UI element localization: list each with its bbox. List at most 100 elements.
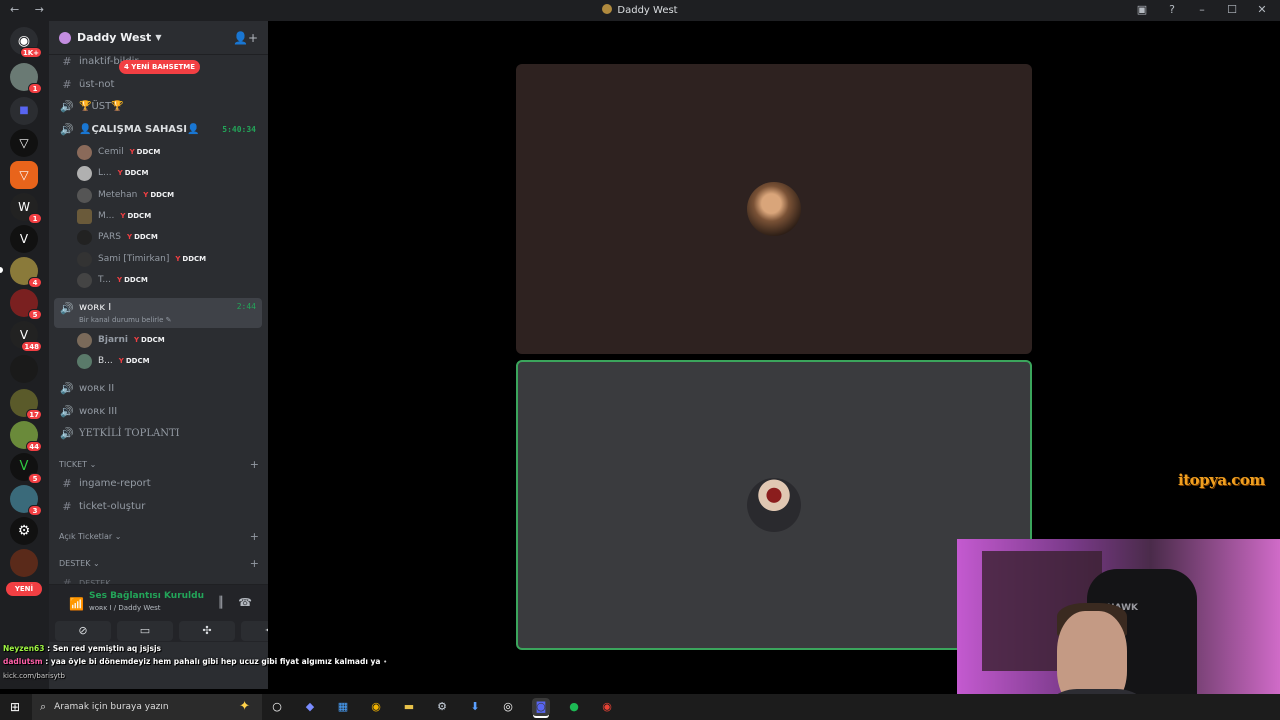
voice-user[interactable]: Sami [Timirkan] Y DDCM: [77, 249, 206, 269]
server-icon[interactable]: ▽: [10, 129, 38, 157]
channel-work-3[interactable]: 🔊 ᴡᴏʀᴋ III: [54, 401, 262, 421]
noise-suppression-icon[interactable]: ║: [218, 596, 225, 609]
server-icon[interactable]: 1: [10, 63, 42, 94]
server-rail: ◉ 1K+ 1 ■ ▽ ▽ W1 V 4 5 V 148 17 44 V5 3 ⚙ …: [0, 21, 49, 689]
home-button[interactable]: ◉ 1K+: [10, 27, 42, 58]
server-icon[interactable]: ⚙: [10, 517, 38, 545]
channel-work-1[interactable]: 🔊 ᴡᴏʀᴋ I 2:44 Bir kanal durumu belirle ✎: [54, 298, 262, 328]
channel-ticket-olustur[interactable]: # ticket-oluştur: [54, 496, 262, 516]
avatar: [77, 165, 92, 181]
app-icon[interactable]: ◆: [301, 698, 319, 716]
server-icon[interactable]: ▽: [10, 161, 38, 189]
speaker-icon: 🔊: [60, 426, 74, 440]
file-explorer-icon[interactable]: ▬: [400, 698, 418, 716]
channel-ust[interactable]: 🔊 🏆ÜST🏆: [54, 96, 262, 116]
server-icon[interactable]: V5: [10, 453, 42, 484]
participant-tile-speaking[interactable]: [516, 360, 1032, 650]
new-badge[interactable]: YENİ: [6, 582, 42, 596]
add-channel-icon[interactable]: +: [250, 557, 259, 570]
maximize-button[interactable]: ☐: [1224, 3, 1240, 16]
voice-user[interactable]: PARS Y DDCM: [77, 227, 158, 247]
participant-tile[interactable]: [516, 64, 1032, 354]
category-ticket[interactable]: TICKET ⌄ +: [59, 457, 259, 471]
store-icon[interactable]: ▦: [334, 698, 352, 716]
server-icon[interactable]: V 148: [10, 321, 42, 352]
server-header[interactable]: Daddy West ▼ 👤+: [49, 21, 268, 55]
disconnect-icon[interactable]: ☎: [238, 596, 252, 609]
chrome-icon[interactable]: ◉: [598, 698, 616, 716]
server-icon[interactable]: [10, 549, 38, 577]
avatar: [77, 229, 92, 245]
chevron-down-icon: ▼: [155, 33, 162, 42]
signal-icon: 📶: [69, 597, 84, 611]
channel-ingame-report[interactable]: # ingame-report: [54, 473, 262, 493]
avatar: [77, 251, 92, 267]
channel-calisma-sahasi[interactable]: 🔊 👤ÇALIŞMA SAHASI👤 5:40:34: [54, 119, 262, 139]
avatar: [77, 144, 92, 160]
category-acik-ticketlar[interactable]: Açık Ticketlar ⌄ +: [59, 529, 259, 543]
server-icon: [602, 4, 613, 14]
add-channel-icon[interactable]: +: [250, 458, 259, 471]
speaker-icon: 🔊: [60, 302, 74, 315]
y-logo-icon: Y: [143, 191, 149, 199]
category-destek[interactable]: DESTEK ⌄ +: [59, 556, 259, 570]
server-icon[interactable]: V: [10, 225, 38, 253]
server-icon[interactable]: [10, 355, 38, 383]
game-icon[interactable]: ◎: [499, 698, 517, 716]
hash-icon: #: [62, 54, 72, 68]
server-icon[interactable]: 4: [10, 257, 42, 288]
server-icon[interactable]: 3: [10, 485, 42, 516]
add-channel-icon[interactable]: +: [250, 530, 259, 543]
server-icon[interactable]: 5: [10, 289, 42, 320]
y-logo-icon: Y: [117, 169, 123, 177]
channel-yetkili-toplanti[interactable]: 🔊 YETKİLİ TOPLANTI: [54, 423, 262, 443]
voice-controls: ║ ☎: [218, 596, 252, 609]
participant-avatar: [747, 478, 801, 532]
participant-avatar: [747, 182, 801, 236]
voice-status-subtitle: ᴡᴏʀᴋ I / Daddy West: [89, 604, 161, 612]
watermark-logo: itopya.com: [1178, 471, 1265, 489]
server-icon[interactable]: 44: [10, 421, 42, 452]
channel-work-2[interactable]: 🔊 ᴡᴏʀᴋ II: [54, 378, 262, 398]
voice-user[interactable]: Cemil Y DDCM: [77, 142, 160, 162]
mention-pill[interactable]: 4 YENİ BAHSETME: [119, 60, 201, 74]
spotify-icon[interactable]: ●: [565, 698, 583, 716]
role-tag: Y DDCM: [118, 357, 150, 365]
discord-icon[interactable]: ◙: [532, 698, 550, 716]
help-icon[interactable]: ?: [1164, 3, 1180, 16]
voice-user[interactable]: B... Y DDCM: [77, 351, 150, 371]
avatar: [77, 187, 92, 203]
server-icon[interactable]: 17: [10, 389, 42, 420]
channel-ust-not[interactable]: # üst-not: [54, 74, 262, 94]
task-view-icon[interactable]: ○: [268, 698, 286, 716]
unread-pill: [0, 267, 3, 273]
voice-status-title[interactable]: Ses Bağlantısı Kuruldu: [89, 591, 204, 601]
avatar: [77, 272, 92, 288]
downloader-icon[interactable]: ⬇: [466, 698, 484, 716]
server-icon[interactable]: W1: [10, 193, 42, 224]
camera-off-button[interactable]: ⊘: [55, 621, 111, 641]
chrome-icon[interactable]: ◉: [367, 698, 385, 716]
pencil-icon: ✎: [165, 316, 172, 324]
hash-icon: #: [62, 77, 72, 91]
steam-icon[interactable]: ⚙: [433, 698, 451, 716]
inbox-icon[interactable]: ▣: [1134, 3, 1150, 16]
y-logo-icon: Y: [118, 357, 124, 365]
title-bar: ← → Daddy West ▣ ? – ☐ ✕: [0, 0, 1280, 21]
invite-icon[interactable]: 👤+: [233, 31, 258, 45]
voice-user[interactable]: T... Y DDCM: [77, 270, 148, 290]
close-button[interactable]: ✕: [1254, 3, 1270, 16]
voice-user[interactable]: Metehan Y DDCM: [77, 185, 174, 205]
voice-user[interactable]: L... Y DDCM: [77, 163, 148, 183]
channel-status[interactable]: Bir kanal durumu belirle ✎: [79, 316, 172, 324]
voice-user[interactable]: Bjarni Y DDCM: [77, 330, 165, 350]
avatar: [77, 208, 92, 224]
folder-icon[interactable]: ■: [10, 97, 38, 125]
voice-user[interactable]: M... Y DDCM: [77, 206, 151, 226]
y-logo-icon: Y: [120, 212, 126, 220]
windows-start-icon[interactable]: ⊞: [10, 700, 20, 714]
taskbar-search[interactable]: ⌕ Aramak için buraya yazın ✦: [32, 694, 262, 720]
minimize-button[interactable]: –: [1194, 3, 1210, 16]
activities-button[interactable]: ✣: [179, 621, 235, 641]
screen-share-button[interactable]: ▭: [117, 621, 173, 641]
